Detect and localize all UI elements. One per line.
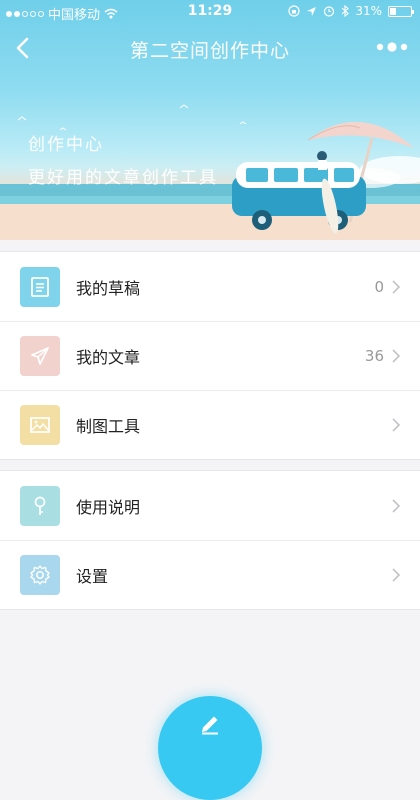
battery-icon bbox=[388, 5, 414, 17]
chevron-right-icon bbox=[392, 348, 401, 363]
paper-plane-icon bbox=[20, 335, 60, 376]
compose-button[interactable] bbox=[158, 696, 262, 800]
menu-item-image-tools[interactable]: 制图工具 bbox=[0, 390, 420, 459]
draft-document-icon bbox=[20, 266, 60, 307]
status-bar: 中国移动 11:29 31% bbox=[0, 0, 420, 24]
menu-item-label: 制图工具 bbox=[76, 416, 141, 436]
status-right: 31% bbox=[288, 4, 414, 18]
pencil-icon bbox=[202, 716, 218, 735]
image-icon bbox=[20, 404, 60, 445]
menu-item-label: 我的文章 bbox=[76, 347, 141, 367]
menu-item-count: 36 bbox=[364, 346, 384, 365]
menu-item-label: 我的草稿 bbox=[76, 278, 141, 298]
rotation-lock-icon bbox=[288, 5, 300, 17]
menu-item-instructions[interactable]: 使用说明 bbox=[0, 471, 420, 540]
chevron-right-icon bbox=[392, 279, 401, 294]
menu-group-settings: 使用说明 设置 bbox=[0, 470, 420, 610]
gear-icon bbox=[20, 554, 60, 595]
page-title: 第二空间创作中心 bbox=[129, 40, 290, 62]
menu-item-label: 设置 bbox=[76, 566, 109, 586]
menu-item-articles[interactable]: 我的文章 36 bbox=[0, 321, 420, 390]
alarm-icon bbox=[324, 6, 335, 17]
battery-percent: 31% bbox=[355, 4, 382, 18]
hero-banner: 中国移动 11:29 31% 第二空间创作中心 创作中心 更好用的文章创作工具 bbox=[0, 0, 420, 240]
menu-group-content: 我的草稿 0 我的文章 36 制图工具 bbox=[0, 251, 420, 460]
hero-subtitle: 更好用的文章创作工具 bbox=[28, 168, 218, 188]
location-icon bbox=[307, 6, 317, 16]
menu-item-label: 使用说明 bbox=[76, 497, 141, 517]
menu-item-count: 0 bbox=[374, 277, 384, 296]
nav-bar: 第二空间创作中心 bbox=[0, 26, 420, 70]
menu-item-drafts[interactable]: 我的草稿 0 bbox=[0, 252, 420, 321]
key-icon bbox=[20, 485, 60, 526]
hero-title: 创作中心 bbox=[28, 135, 104, 155]
menu-item-settings[interactable]: 设置 bbox=[0, 540, 420, 609]
hero-text: 创作中心 更好用的文章创作工具 bbox=[28, 130, 218, 188]
chevron-right-icon bbox=[392, 417, 401, 432]
chevron-right-icon bbox=[392, 567, 401, 582]
bluetooth-icon bbox=[341, 5, 350, 17]
more-dots-icon[interactable] bbox=[374, 34, 410, 60]
chevron-right-icon bbox=[392, 498, 401, 513]
